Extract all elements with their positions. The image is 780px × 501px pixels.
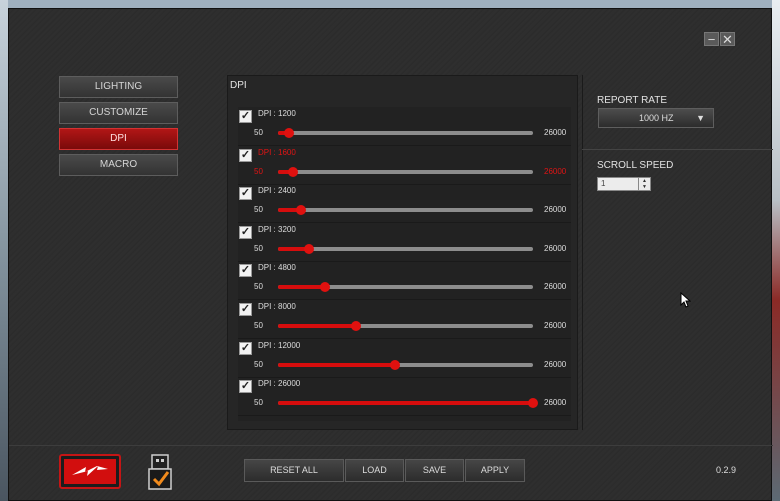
usb-connected-icon [147, 454, 175, 492]
dpi-label: DPI : 1200 [258, 109, 296, 118]
dpi-max-label: 26000 [544, 166, 567, 176]
dpi-checkbox[interactable]: ✓ [239, 225, 252, 239]
dpi-slider[interactable] [278, 398, 538, 409]
reset-all-button[interactable]: RESET ALL [244, 459, 344, 482]
dpi-checkbox[interactable]: ✓ [239, 264, 252, 278]
spinner-buttons: ▲ ▼ [638, 178, 650, 190]
dpi-min-label: 50 [254, 359, 263, 369]
dpi-min-label: 50 [254, 166, 263, 176]
dpi-row[interactable]: ✓ DPI : 1200 50 26000 [238, 107, 571, 146]
settings-panel [582, 75, 773, 430]
apply-button[interactable]: APPLY [465, 459, 525, 482]
scroll-speed-value[interactable]: 1 [601, 179, 605, 188]
dpi-min-label: 50 [254, 243, 263, 253]
scroll-speed-label: SCROLL SPEED [597, 160, 674, 171]
version-label: 0.2.9 [716, 465, 737, 475]
dpi-slider-thumb[interactable] [319, 282, 330, 293]
dpi-checkbox[interactable]: ✓ [239, 187, 252, 201]
scroll-speed-spinner[interactable]: 1 ▲ ▼ [597, 177, 651, 191]
dpi-label: DPI : 12000 [258, 340, 301, 350]
dpi-slider[interactable] [278, 205, 533, 216]
dpi-slider[interactable] [278, 321, 533, 331]
dpi-slider-thumb[interactable] [288, 166, 299, 177]
dpi-slider[interactable] [278, 243, 533, 254]
footer-divider [9, 445, 773, 446]
dpi-checkbox[interactable]: ✓ [239, 380, 252, 394]
dpi-slider[interactable] [278, 166, 533, 177]
close-button[interactable]: ✕ [720, 32, 735, 47]
report-rate-value: 1000 HZ [639, 113, 674, 123]
settings-divider [582, 149, 773, 150]
lightning-logo-icon [59, 454, 121, 489]
dpi-slider[interactable] [278, 359, 533, 370]
dpi-slider-fill [278, 401, 533, 406]
dpi-slider-fill [278, 324, 357, 328]
dpi-max-label: 26000 [544, 243, 567, 253]
dpi-label: DPI : 4800 [258, 263, 296, 273]
dpi-row[interactable]: ✓ DPI : 1600 50 26000 [238, 146, 571, 185]
dpi-slider[interactable] [278, 128, 533, 138]
dpi-slider-thumb[interactable] [284, 128, 295, 138]
dpi-slider-thumb[interactable] [528, 398, 538, 409]
dpi-slider-thumb[interactable] [296, 205, 307, 216]
load-button[interactable]: LOAD [345, 459, 404, 482]
dpi-slider-fill [278, 362, 396, 367]
dpi-max-label: 26000 [544, 321, 567, 330]
dpi-slider-fill [278, 285, 325, 290]
nav-lighting[interactable]: LIGHTING [59, 76, 178, 98]
dpi-min-label: 50 [254, 128, 263, 137]
dpi-max-label: 26000 [544, 128, 567, 137]
dropdown-arrow-icon: ▼ [696, 113, 705, 123]
dpi-row[interactable]: ✓ DPI : 2400 50 26000 [238, 184, 571, 224]
dpi-max-label: 26000 [544, 359, 567, 369]
dpi-checkbox[interactable]: ✓ [239, 148, 252, 162]
dpi-row[interactable]: ✓ DPI : 3200 50 26000 [238, 223, 571, 262]
dpi-slider-thumb[interactable] [351, 321, 362, 331]
dpi-row[interactable]: ✓ DPI : 4800 50 26000 [238, 261, 571, 301]
dpi-label: DPI : 1600 [258, 147, 296, 157]
dpi-label: DPI : 3200 [258, 224, 296, 234]
dpi-row[interactable]: ✓ DPI : 12000 50 26000 [238, 339, 571, 378]
dpi-panel-title: DPI [230, 80, 247, 91]
dpi-rows: ✓ DPI : 1200 50 26000 ✓ DPI : 1600 50 26000 ✓ DPI… [238, 107, 571, 421]
dpi-max-label: 26000 [544, 282, 567, 292]
dpi-label: DPI : 26000 [258, 379, 301, 389]
save-button[interactable]: SAVE [405, 459, 464, 482]
dpi-min-label: 50 [254, 205, 263, 215]
dpi-slider-thumb[interactable] [390, 359, 401, 370]
desktop-background-right [772, 0, 780, 501]
mouse-pointer-icon [680, 291, 692, 313]
dpi-label: DPI : 8000 [258, 302, 296, 311]
dpi-checkbox[interactable]: ✓ [239, 341, 252, 355]
nav-customize[interactable]: CUSTOMIZE [59, 102, 178, 124]
nav-macro[interactable]: MACRO [59, 154, 178, 176]
dpi-label: DPI : 2400 [258, 186, 296, 196]
dpi-max-label: 26000 [544, 398, 567, 408]
app-window: − ✕ LIGHTING CUSTOMIZE DPI MACRO DPI ✓ DP… [8, 8, 773, 501]
dpi-slider[interactable] [278, 282, 533, 293]
report-rate-label: REPORT RATE [597, 95, 668, 106]
dpi-panel: DPI ✓ DPI : 1200 50 26000 ✓ DPI : 1600 50 26000… [227, 75, 578, 430]
dpi-min-label: 50 [254, 282, 263, 292]
dpi-min-label: 50 [254, 398, 263, 408]
report-rate-select[interactable]: 1000 HZ ▼ [598, 108, 714, 128]
dpi-checkbox[interactable]: ✓ [239, 110, 252, 123]
minimize-button[interactable]: − [704, 32, 719, 47]
dpi-min-label: 50 [254, 321, 263, 330]
dpi-row[interactable]: ✓ DPI : 8000 50 26000 [238, 300, 571, 339]
spinner-down-icon[interactable]: ▼ [639, 184, 650, 190]
dpi-slider-thumb[interactable] [303, 243, 314, 254]
dpi-row[interactable]: ✓ DPI : 26000 50 26000 [238, 377, 571, 417]
desktop-background-left [0, 0, 8, 501]
nav-dpi[interactable]: DPI [59, 128, 178, 150]
dpi-max-label: 26000 [544, 205, 567, 215]
dpi-checkbox[interactable]: ✓ [239, 303, 252, 316]
